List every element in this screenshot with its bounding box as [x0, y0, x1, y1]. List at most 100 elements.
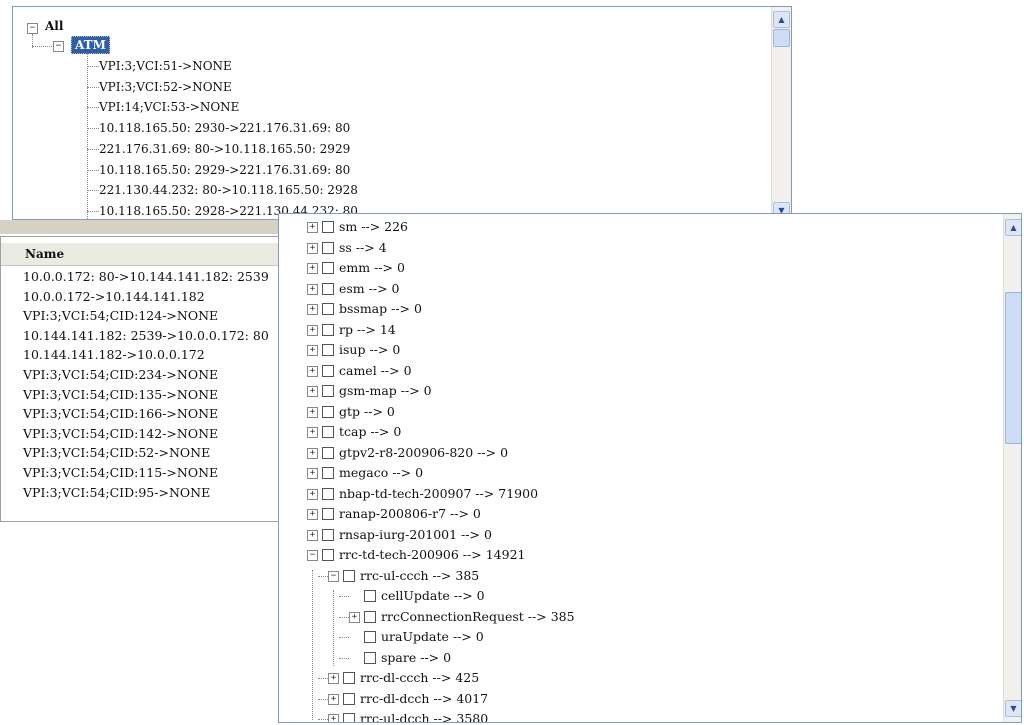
collapse-icon[interactable]: − [307, 550, 318, 561]
protocol-tree-item[interactable]: rrc-dl-ccch --> 425 [360, 668, 479, 688]
list-item[interactable]: 10.0.0.172: 80->10.144.141.182: 2539 [23, 267, 269, 286]
expand-icon[interactable]: + [307, 447, 318, 459]
protocol-tree-item[interactable]: ranap-200806-r7 --> 0 [339, 504, 481, 524]
expand-icon[interactable]: + [307, 468, 318, 479]
connection-tree-item[interactable]: 221.176.31.69: 80->10.118.165.50: 2929 [99, 140, 350, 158]
expand-icon[interactable]: + [307, 345, 318, 356]
expand-icon[interactable]: + [307, 365, 318, 377]
tree-root-all[interactable]: All [45, 17, 63, 35]
tree-node-atm[interactable]: ATM [71, 36, 110, 54]
list-item[interactable]: VPI:3;VCI:54;CID:166->NONE [23, 404, 218, 423]
protocol-checkbox[interactable] [364, 610, 376, 623]
expand-icon[interactable]: + [307, 324, 318, 336]
scroll-thumb[interactable] [773, 29, 790, 47]
connection-tree-item[interactable]: 221.130.44.232: 80->10.118.165.50: 2928 [99, 181, 358, 199]
protocol-tree-item[interactable]: emm --> 0 [339, 258, 405, 278]
protocol-checkbox[interactable] [322, 241, 334, 254]
protocol-tree-item[interactable]: rrc-td-tech-200906 --> 14921 [339, 545, 525, 565]
protocol-checkbox[interactable] [322, 364, 334, 377]
expand-icon[interactable]: + [307, 242, 318, 254]
collapse-icon[interactable]: − [328, 570, 339, 582]
protocol-tree-scrollbar[interactable]: ▲ ▼ [1003, 214, 1021, 722]
expand-icon[interactable]: + [307, 222, 318, 233]
protocol-checkbox[interactable] [322, 282, 334, 295]
protocol-checkbox[interactable] [364, 651, 376, 664]
protocol-tree-item[interactable]: camel --> 0 [339, 361, 412, 381]
protocol-tree-item[interactable]: bssmap --> 0 [339, 299, 422, 319]
collapse-atm-icon[interactable]: − [53, 41, 64, 52]
protocol-checkbox[interactable] [322, 262, 334, 274]
protocol-checkbox[interactable] [322, 467, 334, 479]
connection-tree-item[interactable]: VPI:3;VCI:51->NONE [99, 57, 232, 75]
scroll-thumb[interactable] [1005, 292, 1021, 444]
protocol-checkbox[interactable] [322, 344, 334, 356]
expand-icon[interactable]: + [328, 693, 339, 705]
list-item[interactable]: 10.0.0.172->10.144.141.182 [23, 287, 205, 306]
list-item[interactable]: VPI:3;VCI:54;CID:142->NONE [23, 424, 218, 443]
list-item[interactable]: VPI:3;VCI:54;CID:135->NONE [23, 385, 218, 404]
protocol-checkbox[interactable] [322, 221, 334, 233]
protocol-tree-item[interactable]: megaco --> 0 [339, 463, 423, 483]
expand-icon[interactable]: + [307, 304, 318, 315]
scroll-up-icon[interactable]: ▲ [1005, 219, 1021, 236]
list-item[interactable]: VPI:3;VCI:54;CID:115->NONE [23, 463, 218, 482]
protocol-tree-item[interactable]: gsm-map --> 0 [339, 381, 432, 401]
protocol-checkbox[interactable] [322, 323, 334, 336]
protocol-tree-item[interactable]: spare --> 0 [381, 648, 451, 668]
expand-icon[interactable]: + [307, 529, 318, 541]
protocol-tree-item[interactable]: esm --> 0 [339, 279, 400, 299]
connection-tree-item[interactable]: VPI:3;VCI:52->NONE [99, 78, 232, 96]
protocol-tree-item[interactable]: uraUpdate --> 0 [381, 627, 484, 647]
protocol-checkbox[interactable] [322, 549, 334, 561]
protocol-tree-item[interactable]: rrcConnectionRequest --> 385 [381, 607, 575, 627]
expand-icon[interactable]: + [307, 406, 318, 418]
protocol-tree-item[interactable]: gtpv2-r8-200906-820 --> 0 [339, 443, 508, 463]
protocol-checkbox[interactable] [322, 405, 334, 418]
list-item[interactable]: 10.144.141.182: 2539->10.0.0.172: 80 [23, 326, 269, 345]
connection-tree-scrollbar[interactable]: ▲ ▼ [771, 7, 791, 219]
list-item[interactable]: VPI:3;VCI:54;CID:52->NONE [23, 443, 210, 462]
protocol-checkbox[interactable] [343, 692, 355, 705]
protocol-tree-item[interactable]: tcap --> 0 [339, 422, 401, 442]
protocol-checkbox[interactable] [343, 713, 355, 722]
protocol-tree-item[interactable]: rrc-ul-dcch --> 3580 [360, 709, 488, 722]
expand-icon[interactable]: + [307, 509, 318, 520]
list-item[interactable]: VPI:3;VCI:54;CID:95->NONE [23, 483, 210, 502]
protocol-checkbox[interactable] [322, 426, 334, 438]
list-item[interactable]: 10.144.141.182->10.0.0.172 [23, 345, 205, 364]
scroll-up-icon[interactable]: ▲ [773, 11, 790, 28]
expand-icon[interactable]: + [307, 427, 318, 438]
protocol-checkbox[interactable] [343, 569, 355, 582]
protocol-tree-item[interactable]: isup --> 0 [339, 340, 400, 360]
expand-icon[interactable]: + [307, 488, 318, 500]
expand-icon[interactable]: + [307, 283, 318, 295]
protocol-tree-item[interactable]: rrc-dl-dcch --> 4017 [360, 689, 488, 709]
connection-tree-item[interactable]: VPI:14;VCI:53->NONE [99, 98, 239, 116]
protocol-checkbox[interactable] [322, 528, 334, 541]
protocol-tree-item[interactable]: rp --> 14 [339, 320, 396, 340]
list-item[interactable]: VPI:3;VCI:54;CID:124->NONE [23, 306, 218, 325]
connection-tree-item[interactable]: 10.118.165.50: 2929->221.176.31.69: 80 [99, 161, 350, 179]
protocol-checkbox[interactable] [322, 508, 334, 520]
protocol-checkbox[interactable] [364, 590, 376, 602]
scroll-down-icon[interactable]: ▼ [1005, 700, 1021, 717]
protocol-checkbox[interactable] [343, 672, 355, 684]
expand-icon[interactable]: + [307, 263, 318, 274]
protocol-checkbox[interactable] [364, 631, 376, 643]
protocol-tree-item[interactable]: cellUpdate --> 0 [381, 586, 485, 606]
protocol-checkbox[interactable] [322, 385, 334, 397]
connection-tree-item[interactable]: 10.118.165.50: 2930->221.176.31.69: 80 [99, 119, 350, 137]
expand-icon[interactable]: + [307, 386, 318, 397]
collapse-all-icon[interactable]: − [27, 23, 38, 34]
protocol-checkbox[interactable] [322, 446, 334, 459]
protocol-tree-item[interactable]: rrc-ul-ccch --> 385 [360, 566, 479, 586]
expand-icon[interactable]: + [328, 673, 339, 684]
expand-icon[interactable]: + [328, 714, 339, 722]
protocol-tree-item[interactable]: gtp --> 0 [339, 402, 395, 422]
protocol-tree-item[interactable]: ss --> 4 [339, 238, 387, 258]
list-item[interactable]: VPI:3;VCI:54;CID:234->NONE [23, 365, 218, 384]
protocol-tree-item[interactable]: rnsap-iurg-201001 --> 0 [339, 525, 492, 545]
expand-icon[interactable]: + [349, 611, 360, 623]
protocol-tree-item[interactable]: nbap-td-tech-200907 --> 71900 [339, 484, 538, 504]
protocol-tree-item[interactable]: sm --> 226 [339, 217, 408, 237]
